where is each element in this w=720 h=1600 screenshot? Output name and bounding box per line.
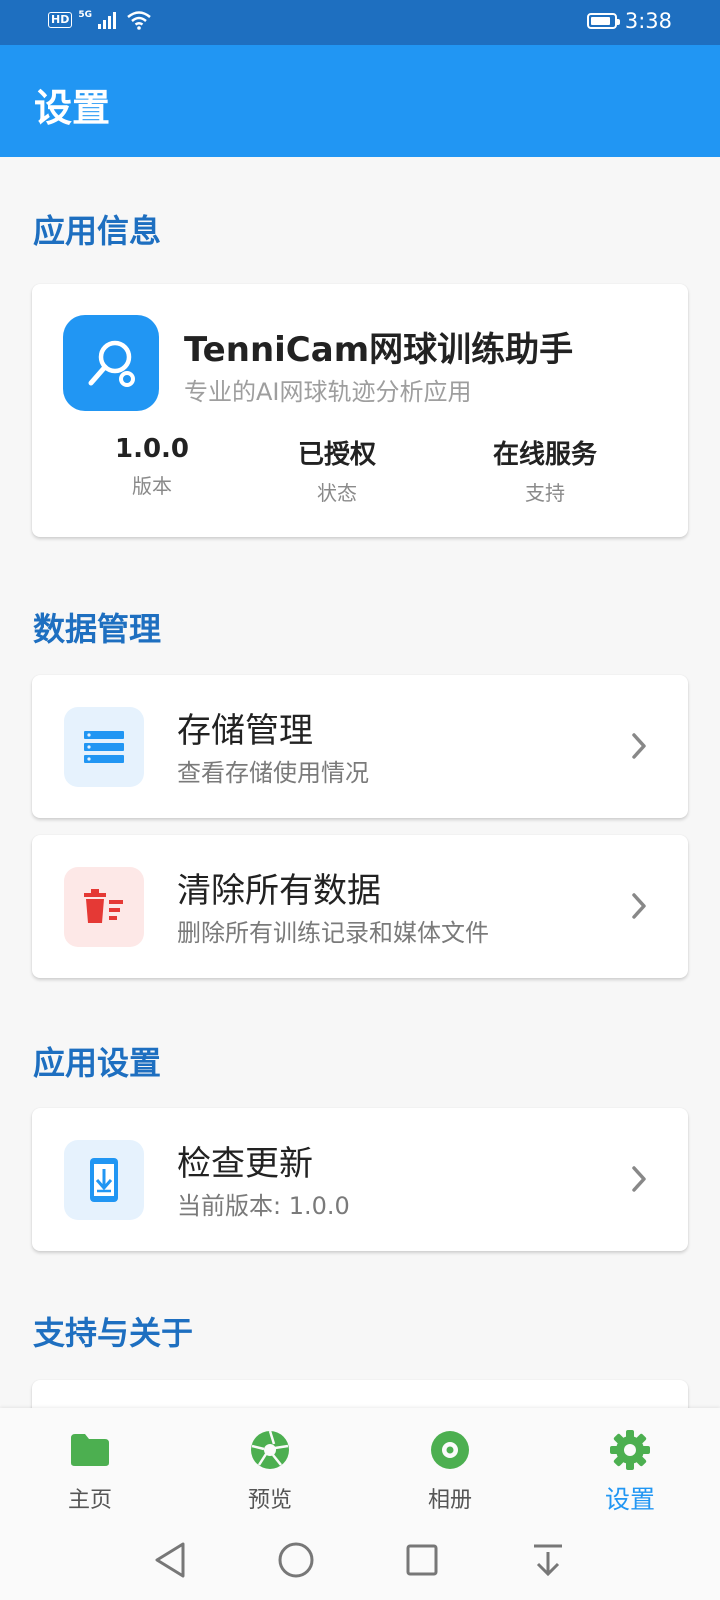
app-bar: 设置 [0,45,720,157]
status-bar: HD 5G 3:38 [0,0,720,45]
section-title-support-about: 支持与关于 [33,1314,194,1352]
stat-label: 版本 [132,474,172,498]
nav-item-album[interactable]: 相册 [390,1428,510,1514]
tennis-racket-icon [88,340,135,387]
system-update-icon [64,1140,144,1220]
status-left: HD 5G [48,10,152,30]
nav-item-preview[interactable]: 预览 [210,1428,330,1514]
hd-badge: HD [48,12,73,28]
nav-label: 相册 [427,1488,472,1513]
storage-list-icon [64,707,144,787]
stat-status: 已授权 状态 [247,434,427,506]
notification-pulldown-icon[interactable] [526,1538,570,1582]
row-title: 清除所有数据 [177,871,381,911]
app-name: TenniCam网球训练助手 [184,330,574,370]
stat-support: 在线服务 支持 [455,434,635,506]
check-update-row[interactable]: 检查更新 当前版本: 1.0.0 [32,1108,688,1251]
chevron-right-icon [632,733,646,759]
chevron-right-icon [632,1166,646,1192]
nav-label: 预览 [247,1488,292,1513]
stat-version: 1.0.0 版本 [62,434,242,499]
status-time: 3:38 [624,9,672,33]
back-triangle-icon[interactable] [148,1538,192,1582]
wifi-icon [127,11,151,30]
app-description: 专业的AI网球轨迹分析应用 [184,378,472,406]
stat-value: 已授权 [297,440,376,470]
row-subtitle: 当前版本: 1.0.0 [177,1192,350,1220]
nav-item-home[interactable]: 主页 [30,1428,150,1514]
stat-label: 支持 [525,481,565,505]
chevron-right-icon [632,893,646,919]
row-subtitle: 删除所有训练记录和媒体文件 [177,919,489,947]
battery-icon [586,13,620,29]
delete-sweep-icon [64,867,144,947]
folder-icon [30,1428,150,1472]
row-title: 存储管理 [177,711,313,751]
page-title: 设置 [34,86,111,130]
clear-all-data-row[interactable]: 清除所有数据 删除所有训练记录和媒体文件 [32,835,688,978]
app-logo-icon [63,315,159,411]
row-subtitle: 查看存储使用情况 [177,759,369,787]
section-title-app-settings: 应用设置 [33,1044,162,1082]
stat-label: 状态 [317,481,357,505]
bottom-navigation: 主页 预览 相册 设置 [0,1408,720,1520]
storage-management-row[interactable]: 存储管理 查看存储使用情况 [32,675,688,818]
recents-square-icon[interactable] [400,1538,444,1582]
gear-icon [570,1428,690,1472]
nav-label: 主页 [67,1488,112,1513]
nav-label: 设置 [604,1485,655,1514]
system-navigation-bar [0,1520,720,1600]
battery-level [590,17,611,25]
row-title: 检查更新 [177,1144,313,1184]
home-circle-icon[interactable] [274,1538,318,1582]
nav-item-settings[interactable]: 设置 [570,1428,690,1516]
section-title-app-info: 应用信息 [33,212,162,250]
stat-value: 1.0.0 [114,434,190,464]
section-title-data-management: 数据管理 [33,610,162,648]
status-right: 3:38 [586,9,672,33]
album-disc-icon [390,1428,510,1472]
app-info-card: TenniCam网球训练助手 专业的AI网球轨迹分析应用 1.0.0 版本 已授… [32,284,688,537]
camera-shutter-icon [210,1428,330,1472]
signal-icon [98,12,116,29]
stat-value: 在线服务 [492,440,597,470]
network-type-label: 5G [78,10,92,20]
